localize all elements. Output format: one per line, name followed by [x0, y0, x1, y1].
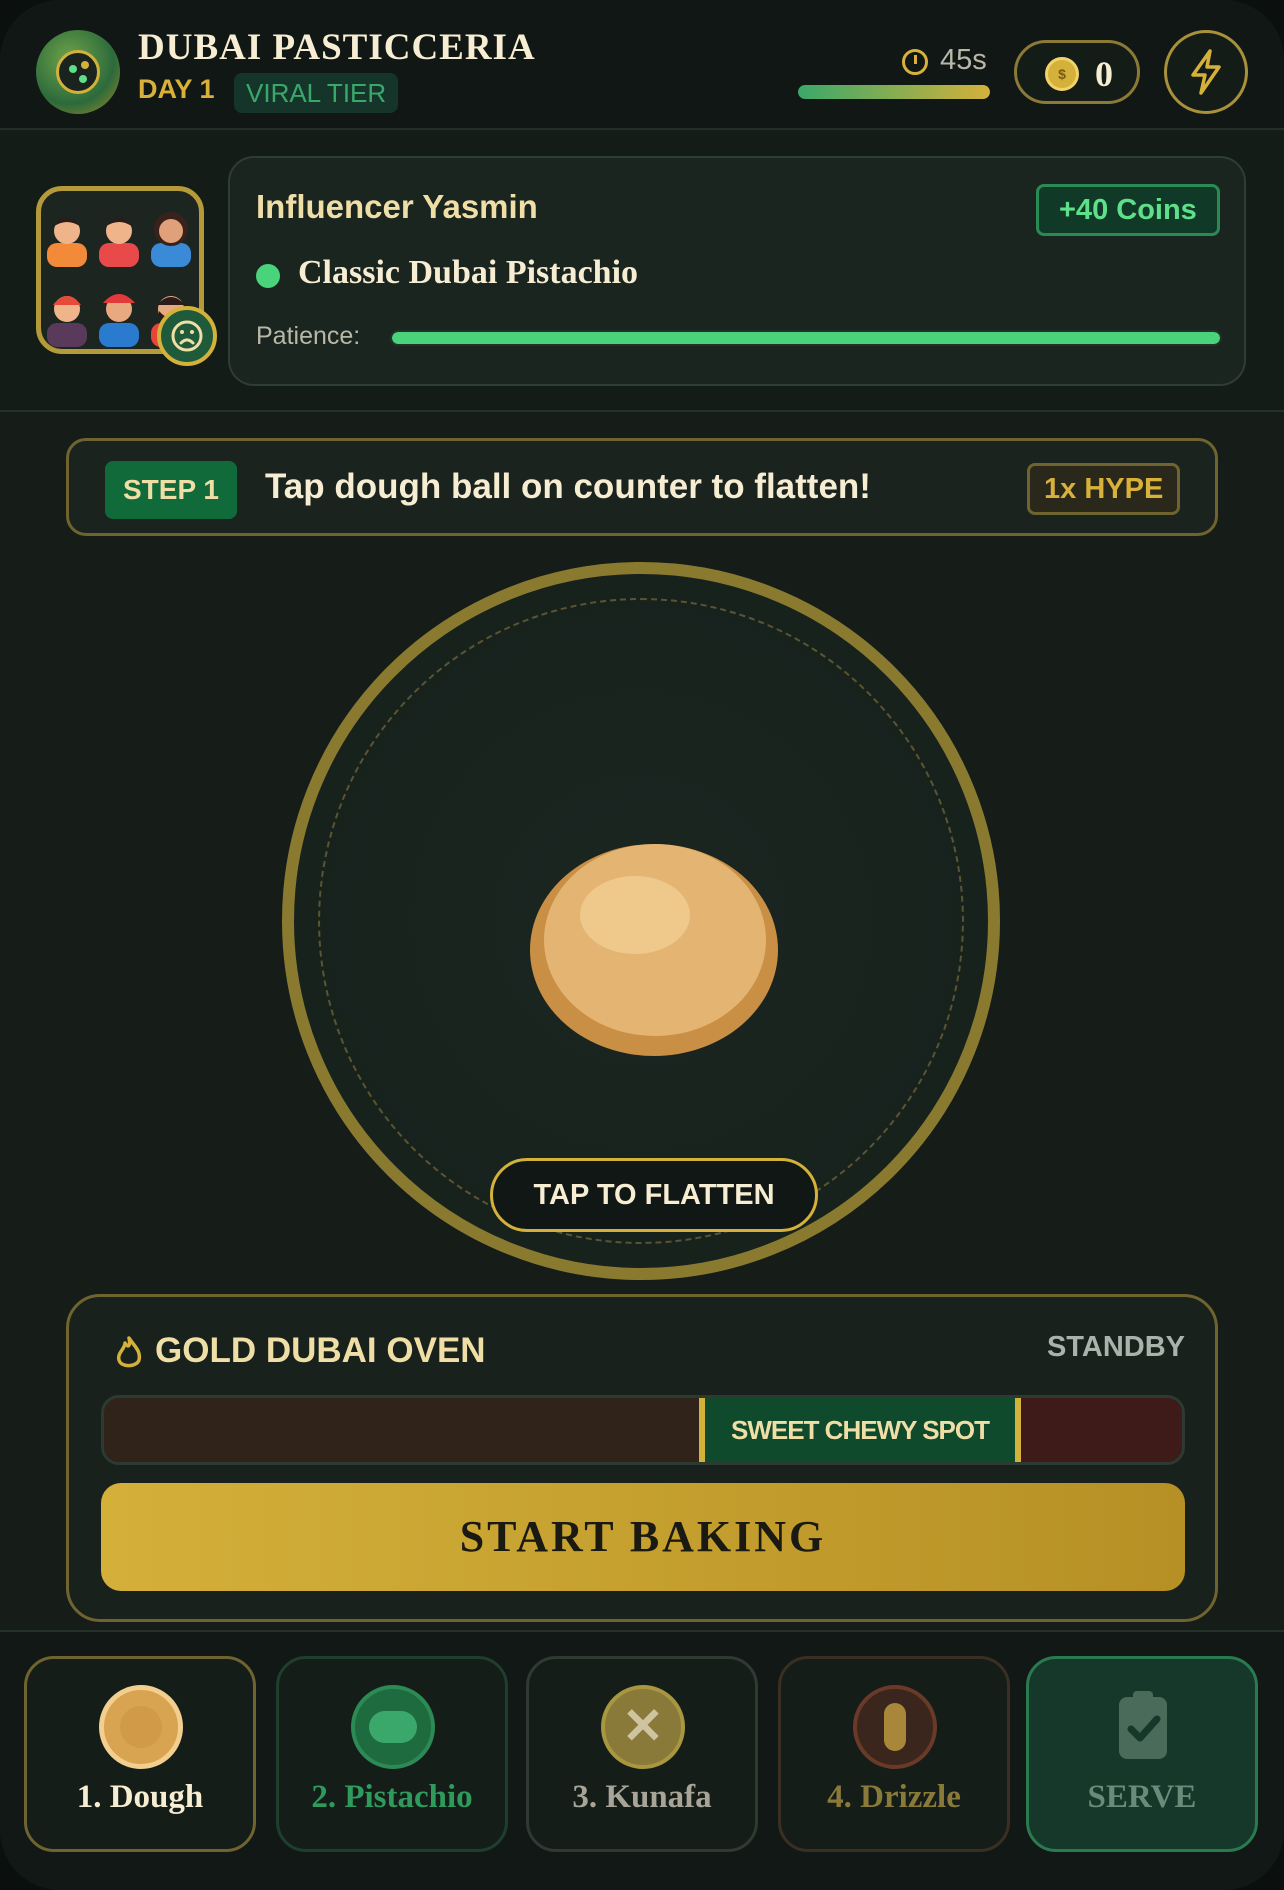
coin-icon: $ [1045, 57, 1079, 91]
hype-multiplier: 1x HYPE [1027, 463, 1181, 515]
heat-meter: SWEET CHEWY SPOT [101, 1395, 1185, 1465]
kunafa-icon: ✕ [601, 1685, 685, 1769]
reward-badge: +40 Coins [1036, 184, 1220, 236]
step-tag: STEP 1 [105, 461, 237, 519]
heat-zone-undercooked [104, 1398, 699, 1462]
timer-text: 45s [940, 44, 987, 76]
order-item: Classic Dubai Pistachio [298, 254, 639, 291]
clipboard-check-icon [1101, 1685, 1185, 1769]
oven-panel: GOLD DUBAI OVEN STANDBY SWEET CHEWY SPOT… [66, 1294, 1218, 1622]
patience-bar-fill [392, 332, 1220, 344]
clock-icon [902, 49, 928, 75]
drizzle-icon [853, 1685, 937, 1769]
timer-bar [798, 85, 990, 99]
pistachio-icon [351, 1685, 435, 1769]
boost-button[interactable] [1164, 30, 1248, 114]
tool-pistachio[interactable]: 2. Pistachio [276, 1656, 508, 1852]
tool-kunafa[interactable]: ✕ 3. Kunafa [526, 1656, 758, 1852]
serve-button[interactable]: SERVE [1026, 1656, 1258, 1852]
flame-icon [116, 1336, 142, 1368]
day-counter: DAY 1 [138, 74, 215, 104]
patience-label: Patience: [256, 322, 361, 350]
lightning-icon [1191, 49, 1221, 95]
tool-dough[interactable]: 1. Dough [24, 1656, 256, 1852]
unhappy-face-icon [157, 306, 217, 366]
step-banner: STEP 1 Tap dough ball on counter to flat… [66, 438, 1218, 536]
shop-title: DUBAI PASTICCERIA [138, 27, 536, 68]
start-baking-button[interactable]: START BAKING [101, 1483, 1185, 1591]
tool-drizzle[interactable]: 4. Drizzle [778, 1656, 1010, 1852]
tool-label: 3. Kunafa [572, 1779, 712, 1815]
order-card: Influencer Yasmin +40 Coins Classic Duba… [228, 156, 1246, 386]
tier-badge: VIRAL TIER [234, 73, 399, 113]
heat-zone-burnt [1021, 1398, 1182, 1462]
coin-count: 0 [1095, 54, 1113, 94]
customer-name: Influencer Yasmin [256, 188, 538, 225]
tool-label: 2. Pistachio [311, 1779, 473, 1815]
tool-label: 4. Drizzle [827, 1779, 961, 1815]
dough-ball-highlight [580, 876, 690, 954]
heat-zone-sweet-spot: SWEET CHEWY SPOT [699, 1398, 1021, 1462]
shop-logo-icon [36, 30, 120, 114]
tap-to-flatten-button[interactable]: TAP TO FLATTEN [490, 1158, 818, 1232]
patience-bar [390, 330, 1222, 346]
dough-icon [99, 1685, 183, 1769]
timer-bar-fill [798, 85, 990, 99]
step-instruction: Tap dough ball on counter to flatten! [265, 467, 871, 506]
order-status-dot [256, 264, 280, 288]
coin-counter: $ 0 [1014, 40, 1140, 104]
game-screen: DUBAI PASTICCERIA DAY 1 VIRAL TIER 45s $… [0, 0, 1284, 1890]
oven-title: GOLD DUBAI OVEN [155, 1331, 486, 1370]
tool-label: 1. Dough [76, 1779, 204, 1815]
oven-status: STANDBY [1046, 1331, 1185, 1363]
tool-label: SERVE [1087, 1779, 1197, 1815]
counter-surface[interactable]: TAP TO FLATTEN [282, 562, 1000, 1280]
